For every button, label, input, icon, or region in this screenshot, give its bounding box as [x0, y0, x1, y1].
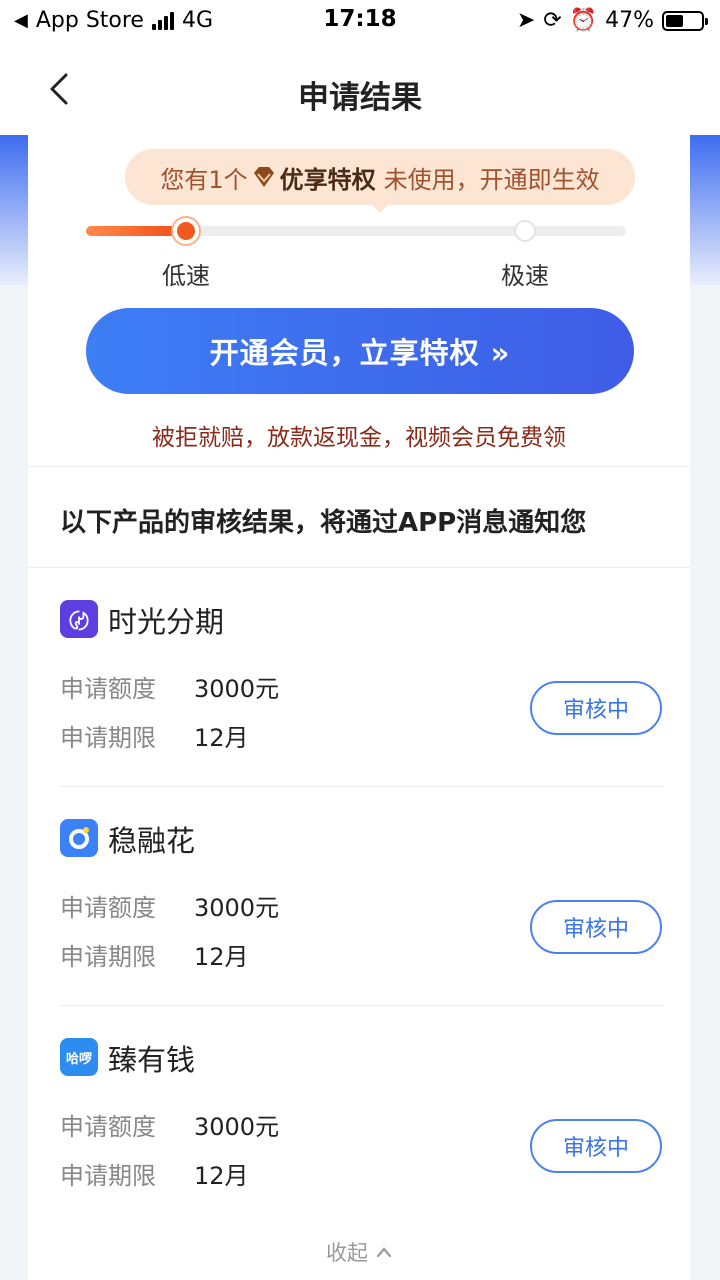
review-status-button[interactable]: 审核中: [530, 681, 662, 735]
nav-bar: 申请结果: [0, 40, 720, 135]
alarm-icon: ⏰: [569, 8, 598, 33]
status-right: ➤ ⟳ ⏰ 47%: [516, 8, 708, 33]
battery-percent: 47%: [605, 8, 654, 33]
divider: [28, 466, 690, 467]
diamond-icon: [253, 167, 274, 187]
collapse-label: 收起: [326, 1241, 368, 1265]
privilege-tip: 您有1个 优享特权 未使用，开通即生效: [125, 149, 635, 213]
privilege-name: 优享特权: [279, 165, 376, 194]
term-label: 申请期限: [60, 724, 156, 752]
product-name: 稳融花: [108, 824, 196, 858]
divider: [28, 567, 690, 568]
speed-slider-stop-fast[interactable]: [514, 220, 536, 242]
term-label: 申请期限: [60, 1162, 156, 1190]
amount-label: 申请额度: [60, 675, 156, 703]
battery-icon: [662, 10, 708, 31]
result-card: 您有1个 优享特权 未使用，开通即生效 低速 极速 开通会员，立享特权 » 被拒…: [28, 135, 690, 1280]
background-strip-right: [690, 135, 720, 285]
product-logo-glyph: 〄: [69, 608, 89, 633]
amount-label: 申请额度: [60, 894, 156, 922]
amount-label: 申请额度: [60, 1113, 156, 1141]
speed-label-low: 低速: [162, 262, 210, 290]
product-name: 臻有钱: [108, 1043, 196, 1077]
amount-value: 3000元: [194, 894, 280, 922]
speed-slider-fill: [86, 226, 186, 236]
rotation-lock-icon: ⟳: [543, 8, 562, 33]
notice-text: 以下产品的审核结果，将通过APP消息通知您: [60, 508, 587, 538]
amount-value: 3000元: [194, 675, 280, 703]
product-item: 哈啰 臻有钱 申请额度 3000元 申请期限 12月 审核中: [60, 1007, 662, 1225]
promo-text: 被拒就赔，放款返现金，视频会员免费领: [152, 425, 566, 451]
background-strip-left: [0, 135, 28, 285]
privilege-prefix: 您有1个: [160, 165, 248, 194]
term-value: 12月: [194, 943, 249, 971]
term-value: 12月: [194, 1162, 249, 1190]
speed-slider[interactable]: [86, 218, 626, 244]
chevron-up-icon: [376, 1247, 392, 1258]
product-item: 稳融花 申请额度 3000元 申请期限 12月 审核中: [60, 788, 662, 1006]
divider: [60, 786, 662, 787]
product-item: 〄 时光分期 申请额度 3000元 申请期限 12月 审核中: [60, 569, 662, 787]
open-membership-button[interactable]: 开通会员，立享特权 »: [86, 308, 634, 394]
speed-slider-thumb[interactable]: [173, 218, 199, 244]
collapse-button[interactable]: 收起: [28, 1237, 690, 1267]
status-bar: ◀ App Store 4G 17:18 ➤ ⟳ ⏰ 47%: [0, 0, 720, 40]
product-logo-glyph: 哈啰: [65, 1051, 92, 1067]
review-status-button[interactable]: 审核中: [530, 900, 662, 954]
product-logo: 哈啰: [60, 1038, 98, 1076]
divider: [60, 1005, 662, 1006]
term-value: 12月: [194, 724, 249, 752]
review-status-button[interactable]: 审核中: [530, 1119, 662, 1173]
privilege-suffix: 未使用，开通即生效: [383, 165, 600, 194]
ring-logo-icon: [69, 827, 89, 849]
term-label: 申请期限: [60, 943, 156, 971]
page-title: 申请结果: [298, 80, 422, 116]
location-icon: ➤: [516, 8, 536, 33]
product-logo: [60, 819, 98, 857]
amount-value: 3000元: [194, 1113, 280, 1141]
product-logo: 〄: [60, 600, 98, 638]
product-name: 时光分期: [108, 605, 225, 639]
speed-label-high: 极速: [501, 262, 549, 290]
